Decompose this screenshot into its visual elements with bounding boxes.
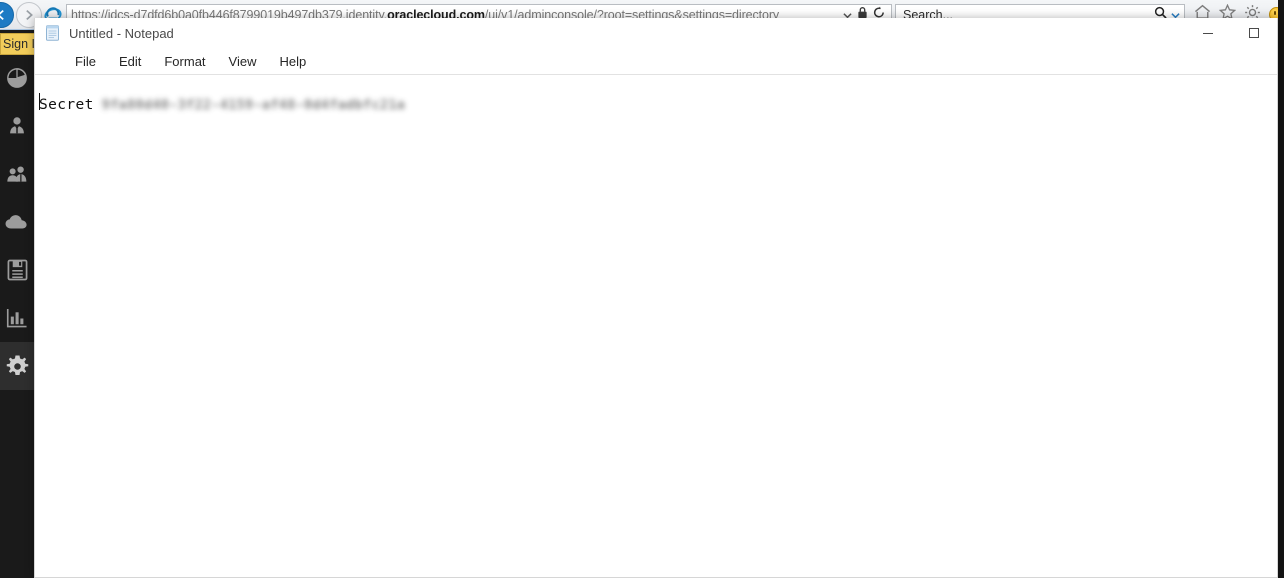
minimize-icon — [1203, 32, 1213, 34]
screen: https://idcs-d7dfd6b0a0fb446f8799019b497… — [0, 0, 1284, 578]
floppy-disk-icon — [7, 259, 28, 281]
sidebar-item-reports[interactable] — [0, 294, 34, 342]
sign-in-button[interactable]: Sign In — [0, 33, 36, 55]
menu-item-help[interactable]: Help — [279, 54, 306, 69]
notepad-window: Untitled - Notepad File Edit Format View… — [34, 18, 1278, 578]
console-sidebar — [0, 30, 34, 578]
sidebar-item-users[interactable] — [0, 102, 34, 150]
pie-chart-icon — [6, 67, 28, 89]
menu-item-format[interactable]: Format — [164, 54, 205, 69]
text-caret — [39, 93, 40, 110]
notepad-title-bar[interactable]: Untitled - Notepad — [35, 18, 1277, 48]
notepad-line: Secret 9fa80d40-3f22-4159-af48-0d4fadbfc2… — [39, 97, 1277, 113]
sidebar-item-jobs[interactable] — [0, 246, 34, 294]
notepad-icon — [45, 25, 60, 41]
menu-item-view[interactable]: View — [229, 54, 257, 69]
user-icon — [6, 115, 28, 137]
sidebar-item-groups[interactable] — [0, 150, 34, 198]
notepad-title-text: Untitled - Notepad — [69, 25, 174, 41]
cloud-icon — [5, 213, 29, 231]
gear-icon — [5, 354, 30, 379]
notepad-window-controls — [1185, 18, 1277, 48]
secret-value-redacted: 9fa80d40-3f22-4159-af48-0d4fadbfc21a — [101, 97, 406, 113]
maximize-button[interactable] — [1231, 18, 1277, 48]
screen-right-edge — [1278, 0, 1284, 578]
back-arrow-icon[interactable] — [0, 1, 14, 28]
minimize-button[interactable] — [1185, 18, 1231, 48]
sidebar-item-settings[interactable] — [0, 342, 34, 390]
notepad-text-area[interactable]: Secret 9fa80d40-3f22-4159-af48-0d4fadbfc2… — [35, 75, 1277, 577]
secret-label: Secret — [39, 97, 94, 113]
sidebar-item-dashboard[interactable] — [0, 54, 34, 102]
maximize-icon — [1249, 28, 1259, 38]
sidebar-item-applications[interactable] — [0, 198, 34, 246]
users-group-icon — [6, 163, 29, 186]
menu-item-file[interactable]: File — [75, 54, 96, 69]
menu-item-edit[interactable]: Edit — [119, 54, 141, 69]
notepad-menu-bar: File Edit Format View Help — [35, 48, 1277, 74]
bar-chart-icon — [6, 308, 28, 329]
